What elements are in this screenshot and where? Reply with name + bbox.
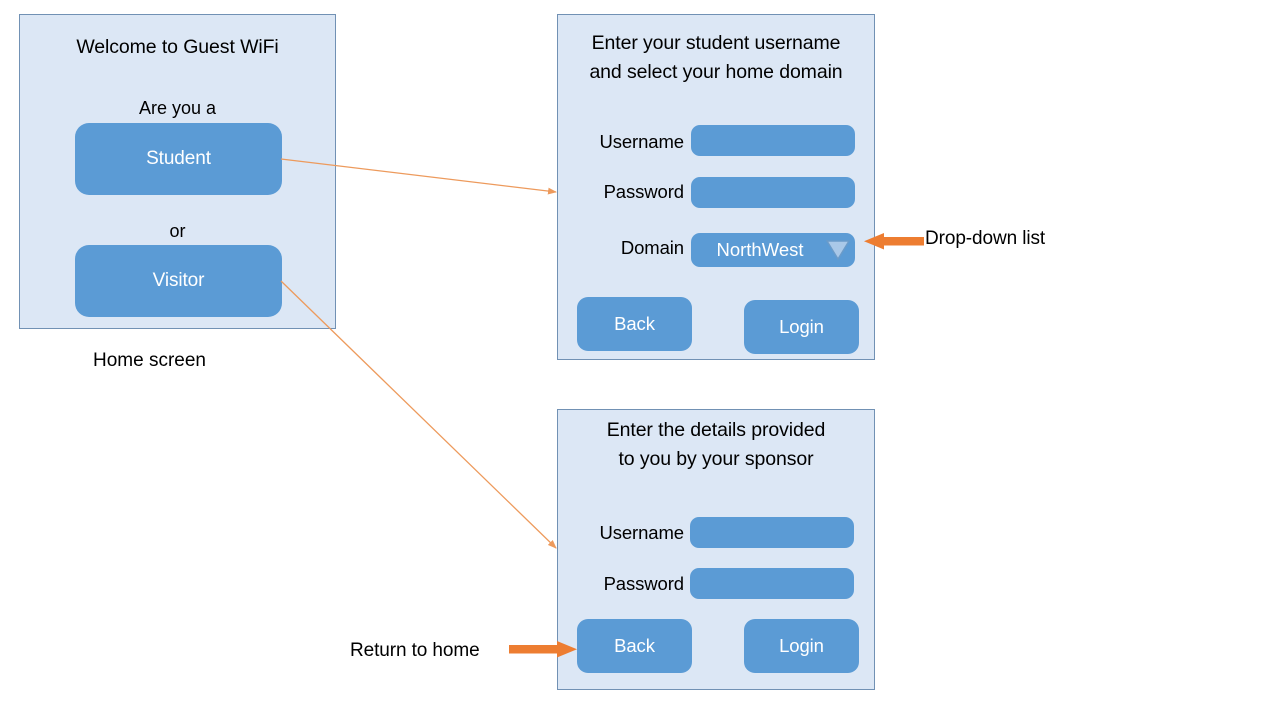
diagram-canvas: Welcome to Guest WiFi Are you a Student …	[0, 0, 1280, 720]
home-screen-heading: Welcome to Guest WiFi	[76, 36, 279, 58]
visitor-login-panel: Enter the details provided to you by you…	[557, 409, 875, 690]
student-button[interactable]: Student	[75, 123, 282, 195]
student-heading-line2: and select your home domain	[589, 61, 843, 83]
student-login-button[interactable]: Login	[744, 300, 859, 354]
visitor-username-input[interactable]	[690, 517, 854, 548]
dropdown-annotation-label: Drop-down list	[925, 228, 1046, 249]
visitor-login-button[interactable]: Login	[744, 619, 859, 673]
visitor-heading-line1: Enter the details provided	[606, 419, 826, 441]
visitor-heading-line2: to you by your sponsor	[618, 448, 814, 470]
visitor-back-button[interactable]: Back	[577, 619, 692, 673]
chevron-down-icon	[825, 238, 851, 262]
home-screen-caption: Home screen	[93, 350, 206, 371]
visitor-password-label: Password	[603, 573, 685, 594]
student-username-input[interactable]	[691, 125, 855, 156]
student-login-panel: Enter your student username and select y…	[557, 14, 875, 360]
student-domain-value: NorthWest	[716, 239, 804, 260]
student-domain-label: Domain	[620, 237, 684, 258]
student-password-input[interactable]	[691, 177, 855, 208]
student-heading-line1: Enter your student username	[591, 32, 841, 54]
visitor-username-label: Username	[599, 522, 684, 543]
home-screen-prompt: Are you a	[138, 98, 217, 118]
home-screen-panel: Welcome to Guest WiFi Are you a Student …	[19, 14, 336, 329]
student-back-button[interactable]: Back	[577, 297, 692, 351]
home-screen-or-text: or	[169, 221, 186, 241]
student-domain-dropdown[interactable]: NorthWest	[691, 233, 855, 267]
student-password-label: Password	[603, 181, 685, 202]
visitor-password-input[interactable]	[690, 568, 854, 599]
visitor-button[interactable]: Visitor	[75, 245, 282, 317]
student-username-label: Username	[599, 131, 684, 152]
return-home-annotation-label: Return to home	[350, 640, 480, 661]
